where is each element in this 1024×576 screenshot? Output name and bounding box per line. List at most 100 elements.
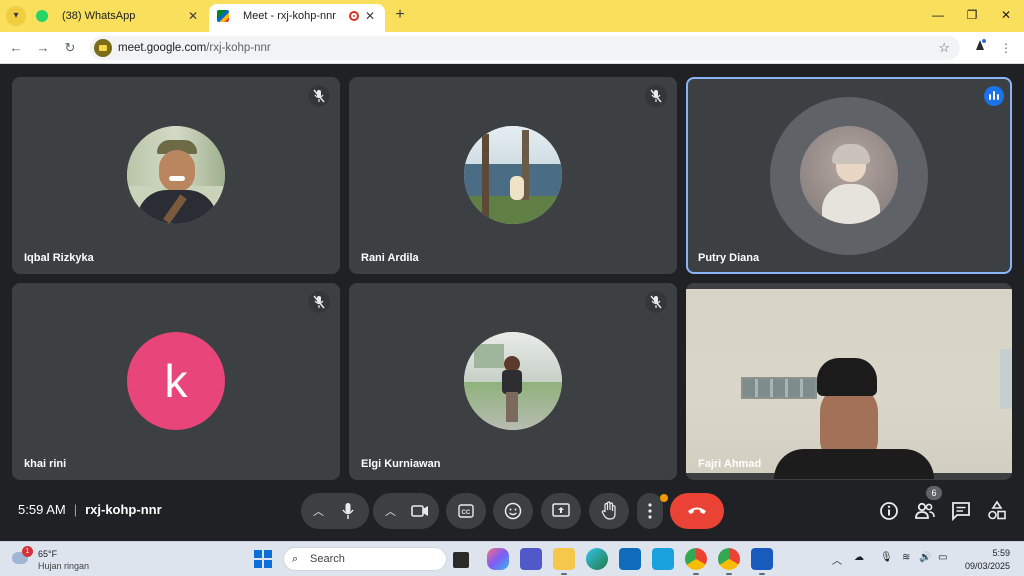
minimize-button[interactable]: — — [924, 4, 952, 26]
meeting-code: rxj-kohp-nnr — [85, 502, 162, 517]
forward-button[interactable]: → — [33, 38, 53, 58]
participant-name: Elgi Kurniawan — [361, 458, 441, 470]
meet-control-bar: 5:59 AM | rxj-kohp-nnr ︿ ︿ CC 6 — [0, 480, 1024, 541]
background-window — [741, 377, 817, 399]
meeting-details-icon[interactable] — [877, 499, 901, 523]
close-window-button[interactable]: ✕ — [992, 4, 1020, 26]
word-icon[interactable] — [751, 548, 773, 575]
participant-name: Fajri Ahmad — [698, 458, 762, 470]
hand-icon — [601, 501, 616, 520]
leave-call-button[interactable] — [670, 493, 724, 529]
system-clock[interactable]: 5:59 09/03/2025 — [965, 547, 1010, 573]
close-tab-icon[interactable]: ✕ — [188, 4, 198, 28]
windows-start-icon[interactable] — [254, 550, 272, 568]
person-cap — [817, 358, 877, 396]
video-camera-icon[interactable] — [411, 504, 429, 518]
avatar — [127, 126, 225, 224]
search-icon: ⌕ — [292, 553, 299, 565]
participant-name: Iqbal Rizkyka — [24, 252, 94, 264]
captions-icon: CC — [458, 504, 474, 518]
file-explorer-icon[interactable] — [553, 548, 575, 575]
chrome-profile-icon[interactable] — [718, 548, 740, 575]
tab-search-icon[interactable]: ▾ — [6, 6, 26, 26]
browser-menu-icon[interactable]: ⋮ — [996, 38, 1016, 58]
camera-control[interactable]: ︿ — [373, 493, 439, 529]
microphone-tray-icon[interactable]: 🎙 — [880, 552, 893, 563]
captions-button[interactable]: CC — [446, 493, 486, 529]
participant-count-badge: 6 — [926, 486, 942, 500]
restore-button[interactable]: ❐ — [958, 4, 986, 26]
phone-hangup-icon — [688, 507, 706, 514]
temperature: 65°F — [38, 549, 58, 559]
background-object — [1000, 349, 1012, 409]
reload-button[interactable]: ↻ — [60, 38, 80, 58]
speaking-indicator-icon — [984, 86, 1004, 106]
microphone-icon[interactable] — [341, 502, 355, 520]
participant-name: Putry Diana — [698, 252, 760, 264]
participant-tile[interactable]: Rani Ardila — [349, 77, 677, 274]
emoji-icon — [504, 502, 522, 520]
wifi-icon[interactable]: ≋ — [902, 552, 910, 563]
tab-title: (38) WhatsApp — [62, 10, 136, 22]
omnibox[interactable]: meet.google.com/rxj-kohp-nnr ☆ — [90, 36, 960, 60]
search-placeholder: Search — [310, 553, 345, 565]
present-screen-button[interactable] — [541, 493, 581, 529]
close-tab-icon[interactable]: ✕ — [365, 4, 375, 28]
microphone-control[interactable]: ︿ — [301, 493, 369, 529]
participant-tile[interactable]: Elgi Kurniawan — [349, 283, 677, 480]
present-screen-icon — [552, 503, 570, 517]
weather-alert-badge: 1 — [22, 546, 33, 557]
meeting-info: 5:59 AM | rxj-kohp-nnr — [18, 502, 162, 517]
weather-condition: Hujan ringan — [38, 561, 90, 571]
avatar — [800, 126, 898, 224]
more-vert-icon — [648, 503, 652, 519]
edge-icon[interactable] — [586, 548, 608, 570]
new-tab-button[interactable]: + — [390, 5, 410, 25]
participant-name: khai rini — [24, 458, 67, 470]
battery-icon[interactable]: ▭ — [938, 552, 947, 563]
muted-mic-icon — [645, 85, 667, 107]
task-view-icon[interactable] — [453, 552, 469, 568]
copilot-icon[interactable] — [487, 548, 509, 570]
extension-icon[interactable] — [970, 38, 990, 58]
weather-widget[interactable]: 1 65°F Hujan ringan — [12, 546, 102, 574]
raise-hand-button[interactable] — [589, 493, 629, 529]
participant-tile-video[interactable]: Fajri Ahmad — [686, 283, 1012, 480]
store-app-icon[interactable] — [652, 548, 674, 570]
url-text[interactable]: meet.google.com/rxj-kohp-nnr — [118, 36, 271, 60]
teams-icon[interactable] — [520, 548, 542, 570]
meet-stage: Iqbal Rizkyka Rani Ardila Putry Diana k … — [0, 65, 1024, 541]
taskbar-search-box[interactable]: ⌕ Search — [283, 547, 447, 571]
browser-tab-bar: ▾ (38) WhatsApp ✕ Meet - rxj-kohp-nnr ✕ … — [0, 0, 1024, 32]
chevron-up-icon[interactable]: ︿ — [385, 503, 396, 519]
tab-whatsapp[interactable]: (38) WhatsApp ✕ — [28, 4, 208, 32]
google-meet-icon — [217, 10, 229, 22]
chat-icon[interactable] — [949, 499, 973, 523]
meeting-time: 5:59 AM — [18, 502, 66, 517]
outlook-icon[interactable] — [619, 548, 641, 570]
notification-dot — [660, 494, 668, 502]
chevron-up-icon[interactable]: ︿ — [832, 552, 842, 567]
onedrive-icon[interactable]: ☁ — [854, 552, 864, 563]
separator: | — [73, 502, 78, 517]
tab-title: Meet - rxj-kohp-nnr — [243, 10, 336, 22]
letter-avatar: k — [127, 332, 225, 430]
muted-mic-icon — [645, 291, 667, 313]
participant-tile-speaking[interactable]: Putry Diana — [686, 77, 1012, 274]
reactions-button[interactable] — [493, 493, 533, 529]
site-info-icon[interactable] — [94, 39, 112, 57]
activities-icon[interactable] — [985, 499, 1009, 523]
tab-meet[interactable]: Meet - rxj-kohp-nnr ✕ — [209, 4, 385, 32]
recording-icon — [349, 11, 359, 21]
people-icon[interactable] — [913, 499, 937, 523]
chevron-up-icon[interactable]: ︿ — [313, 503, 324, 519]
participant-tile[interactable]: Iqbal Rizkyka — [12, 77, 340, 274]
chrome-icon[interactable] — [685, 548, 707, 575]
svg-text:CC: CC — [462, 510, 471, 516]
back-button[interactable]: ← — [6, 38, 26, 58]
windows-taskbar: 1 65°F Hujan ringan ⌕ Search ︿ ☁ 🎙 ≋ 🔊 ▭… — [0, 541, 1024, 576]
volume-icon[interactable]: 🔊 — [919, 552, 931, 563]
clock-time: 5:59 — [992, 548, 1010, 558]
participant-tile[interactable]: k khai rini — [12, 283, 340, 480]
bookmark-star-icon[interactable]: ☆ — [938, 36, 950, 60]
